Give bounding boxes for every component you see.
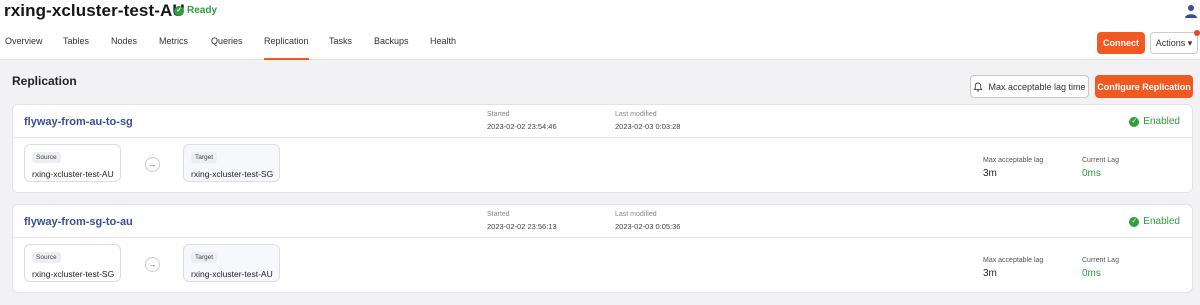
tab-tasks[interactable]: Tasks (329, 36, 352, 60)
started-label: Started (487, 211, 510, 218)
current-lag-value: 0ms (1082, 168, 1101, 179)
last-modified-value: 2023-02-03 0:05:36 (615, 222, 681, 231)
connect-button[interactable]: Connect (1097, 32, 1145, 54)
max-lag-value: 3m (983, 168, 997, 179)
last-modified-label: Last modified (615, 211, 657, 218)
target-badge: Target (191, 152, 218, 163)
cluster-status-badge: ✓ Ready (174, 5, 217, 16)
target-universe-box[interactable]: Target rxing-xcluster-test-SG (183, 144, 280, 182)
started-value: 2023-02-02 23:54:46 (487, 122, 557, 131)
check-circle-icon: ✓ (1129, 216, 1140, 227)
notification-dot (1194, 30, 1200, 36)
max-lag-label: Max acceptable lag (983, 157, 1044, 164)
cluster-title: rxing-xcluster-test-AU (4, 1, 185, 20)
tab-overview[interactable]: Overview (5, 36, 43, 60)
max-lag-value: 3m (983, 268, 997, 279)
configure-replication-button[interactable]: Configure Replication (1095, 75, 1193, 98)
check-circle-icon: ✓ (1129, 116, 1140, 127)
bell-icon (973, 82, 984, 91)
user-icon[interactable] (1185, 4, 1197, 18)
replication-card-header: flyway-from-sg-to-au Started 2023-02-02 … (13, 205, 1192, 238)
last-modified-value: 2023-02-03 0:03:28 (615, 122, 681, 131)
check-circle-icon: ✓ (174, 5, 184, 16)
started-label: Started (487, 111, 510, 118)
source-universe-box[interactable]: Source rxing-xcluster-test-SG (24, 244, 121, 282)
source-badge: Source (32, 152, 61, 163)
replication-card: flyway-from-au-to-sg Started 2023-02-02 … (12, 104, 1193, 193)
tab-backups[interactable]: Backups (374, 36, 409, 60)
tab-replication[interactable]: Replication (264, 36, 309, 60)
cluster-status-text: Ready (187, 5, 218, 16)
current-lag-value: 0ms (1082, 268, 1101, 279)
max-lag-time-button[interactable]: Max acceptable lag time (970, 75, 1089, 98)
last-modified-label: Last modified (615, 111, 657, 118)
actions-dropdown-button[interactable]: Actions ▾ (1150, 32, 1198, 54)
replication-status-text: Enabled (1143, 116, 1180, 127)
current-lag-label: Current Lag (1082, 157, 1119, 164)
source-universe-name: rxing-xcluster-test-SG (32, 269, 115, 279)
replication-card-header: flyway-from-au-to-sg Started 2023-02-02 … (13, 105, 1192, 138)
target-badge: Target (191, 252, 218, 263)
replication-status-text: Enabled (1143, 216, 1180, 227)
max-lag-time-label: Max acceptable lag time (988, 81, 1086, 92)
source-badge: Source (32, 252, 61, 263)
source-universe-box[interactable]: Source rxing-xcluster-test-AU (24, 144, 121, 182)
tab-tables[interactable]: Tables (63, 36, 89, 60)
tab-health[interactable]: Health (430, 36, 456, 60)
arrow-right-icon: → (145, 257, 160, 272)
replication-name-link[interactable]: flyway-from-au-to-sg (24, 116, 133, 128)
max-lag-label: Max acceptable lag (983, 257, 1044, 264)
arrow-right-icon: → (145, 157, 160, 172)
replication-status: ✓ Enabled (1129, 116, 1180, 127)
current-lag-label: Current Lag (1082, 257, 1119, 264)
source-universe-name: rxing-xcluster-test-AU (32, 169, 114, 179)
tab-metrics[interactable]: Metrics (159, 36, 188, 60)
started-value: 2023-02-02 23:56:13 (487, 222, 557, 231)
replication-name-link[interactable]: flyway-from-sg-to-au (24, 216, 133, 228)
replication-card: flyway-from-sg-to-au Started 2023-02-02 … (12, 204, 1193, 293)
target-universe-box[interactable]: Target rxing-xcluster-test-AU (183, 244, 280, 282)
section-title: Replication (12, 74, 77, 88)
target-universe-name: rxing-xcluster-test-SG (191, 169, 274, 179)
top-header: rxing-xcluster-test-AU ✓ Ready Overview … (0, 0, 1200, 60)
replication-status: ✓ Enabled (1129, 216, 1180, 227)
tab-nodes[interactable]: Nodes (111, 36, 137, 60)
tab-queries[interactable]: Queries (211, 36, 243, 60)
target-universe-name: rxing-xcluster-test-AU (191, 269, 273, 279)
